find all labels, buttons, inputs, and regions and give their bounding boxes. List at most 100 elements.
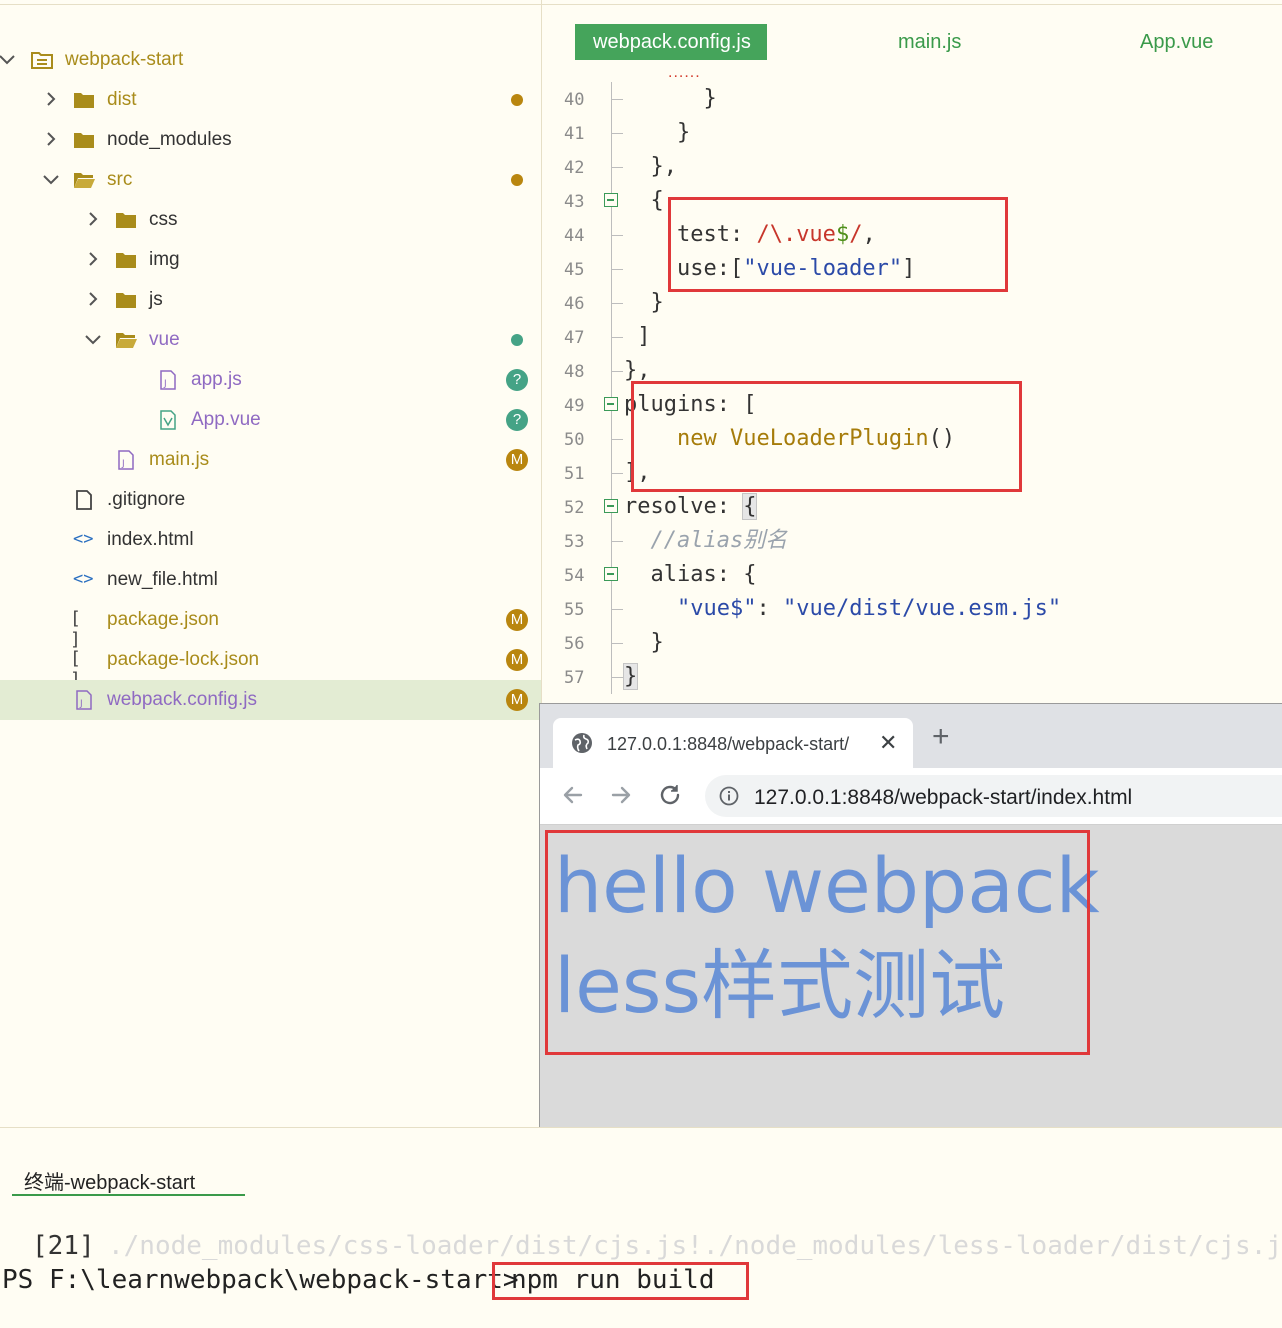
forward-arrow-icon[interactable]	[608, 782, 634, 808]
fold-guide-tick	[611, 337, 623, 338]
tab-webpack-config[interactable]: webpack.config.js	[575, 24, 767, 60]
tree-item-app-vue[interactable]: App.vue?	[0, 400, 541, 440]
tree-item-label: new_file.html	[107, 569, 218, 590]
modified-badge: M	[506, 649, 528, 671]
code-line[interactable]: 42 },	[542, 150, 1282, 184]
tab-app-vue[interactable]: App.vue	[1140, 24, 1213, 60]
tree-item-label: main.js	[149, 449, 210, 470]
code-line[interactable]: 47 ]	[542, 320, 1282, 354]
address-bar[interactable]: 127.0.0.1:8848/webpack-start/index.html	[705, 775, 1282, 817]
chevron-right-icon[interactable]	[42, 130, 60, 148]
code-text: //alias别名	[624, 528, 788, 553]
folder-icon	[115, 290, 137, 310]
svg-text:J: J	[163, 379, 167, 389]
tree-item-label: index.html	[107, 529, 194, 550]
fold-toggle-icon[interactable]	[604, 397, 618, 411]
tree-item-package-json[interactable]: [ ] package.json M	[0, 600, 541, 650]
line-number: 53	[564, 532, 585, 552]
untracked-badge: ?	[506, 409, 528, 431]
tree-item-app-js[interactable]: Japp.js?	[0, 360, 541, 400]
tree-item-webpack-start[interactable]: webpack-start	[0, 40, 541, 80]
browser-tab[interactable]: 127.0.0.1:8848/webpack-start/ ✕	[553, 718, 913, 768]
terminal-tab[interactable]: 终端-webpack-start	[24, 1166, 195, 1195]
html-file-icon: <>	[73, 529, 94, 549]
fold-guide-tick	[611, 439, 623, 440]
tree-item-img[interactable]: img	[0, 240, 541, 280]
code-line[interactable]: 56 }	[542, 626, 1282, 660]
tree-item-vue[interactable]: vue	[0, 320, 541, 360]
code-line[interactable]: 41 }	[542, 116, 1282, 150]
chevron-right-icon[interactable]	[42, 90, 60, 108]
chevron-right-icon[interactable]	[84, 290, 102, 308]
vue-file-icon	[157, 410, 179, 430]
browser-tab-title: 127.0.0.1:8848/webpack-start/	[607, 734, 850, 754]
tab-main-js[interactable]: main.js	[898, 24, 961, 60]
tree-item-gitignore[interactable]: .gitignore	[0, 480, 541, 520]
code-line[interactable]: 52 resolve: {	[542, 490, 1282, 524]
svg-text:J: J	[121, 459, 125, 469]
chevron-down-icon[interactable]	[0, 50, 16, 68]
tree-item-index-html[interactable]: <> index.html	[0, 520, 541, 560]
project-folder-icon	[31, 50, 53, 70]
fold-guide-tick	[611, 269, 623, 270]
chevron-down-icon[interactable]	[42, 170, 60, 188]
chevron-right-icon[interactable]	[84, 210, 102, 228]
svg-text:J: J	[79, 699, 83, 709]
tree-item-label: src	[107, 169, 133, 190]
line-number: 56	[564, 634, 585, 654]
tree-item-package-lock-json[interactable]: [ ] package-lock.json M	[0, 640, 541, 690]
tree-item-css[interactable]: css	[0, 200, 541, 240]
fold-guide-tick	[611, 133, 623, 134]
highlight-box-page-output	[545, 830, 1090, 1055]
js-file-icon: J	[157, 370, 179, 390]
html-file-icon: <>	[73, 569, 94, 589]
reload-icon[interactable]	[657, 782, 683, 808]
fold-toggle-icon[interactable]	[604, 193, 618, 207]
fold-toggle-icon[interactable]	[604, 499, 618, 513]
code-text: }	[622, 663, 639, 690]
fold-guide-tick	[611, 235, 623, 236]
chevron-down-icon[interactable]	[84, 330, 102, 348]
tree-item-new-file-html[interactable]: <> new_file.html	[0, 560, 541, 600]
code-editor: webpack.config.js main.js App.vue ......…	[542, 0, 1282, 705]
info-icon[interactable]	[719, 786, 739, 806]
code-line[interactable]: 55 "vue$": "vue/dist/vue.esm.js"	[542, 592, 1282, 626]
line-number: 46	[564, 294, 585, 314]
tree-item-webpack-config-js[interactable]: Jwebpack.config.js M	[0, 680, 541, 720]
line-number: 47	[564, 328, 585, 348]
fold-guide-tick	[611, 473, 623, 474]
line-number: 41	[564, 124, 585, 144]
code-line[interactable]: 57}	[542, 660, 1282, 694]
line-number: 49	[564, 396, 585, 416]
folder-icon	[73, 90, 95, 110]
code-text: "vue$": "vue/dist/vue.esm.js"	[676, 596, 1062, 621]
code-line[interactable]: 40 }	[542, 82, 1282, 116]
line-number: 42	[564, 158, 585, 178]
code-line[interactable]: 54 alias: {	[542, 558, 1282, 592]
tree-item-node-modules[interactable]: node_modules	[0, 120, 541, 160]
tree-item-dist[interactable]: dist	[0, 80, 541, 120]
tree-item-label: webpack-start	[65, 49, 184, 70]
fold-guide-tick	[611, 541, 623, 542]
tree-item-label: css	[149, 209, 178, 230]
new-tab-icon[interactable]: +	[932, 722, 950, 752]
chevron-right-icon[interactable]	[84, 250, 102, 268]
line-number: 54	[564, 566, 585, 586]
fold-guide-tick	[611, 99, 623, 100]
tree-item-label: App.vue	[191, 409, 261, 430]
code-line[interactable]: 53 //alias别名	[542, 524, 1282, 558]
code-text: alias: {	[624, 562, 757, 587]
tree-item-src[interactable]: src	[0, 160, 541, 200]
fold-toggle-icon[interactable]	[604, 567, 618, 581]
json-file-icon: [ ]	[70, 648, 81, 690]
tree-item-label: dist	[107, 89, 137, 110]
back-arrow-icon[interactable]	[560, 782, 586, 808]
line-number: 40	[564, 90, 585, 110]
tree-item-js[interactable]: js	[0, 280, 541, 320]
tree-item-label: app.js	[191, 369, 242, 390]
line-number: 50	[564, 430, 585, 450]
folder-icon	[115, 250, 137, 270]
line-number: 57	[564, 668, 585, 688]
tree-item-main-js[interactable]: Jmain.js M	[0, 440, 541, 480]
close-tab-icon[interactable]: ✕	[879, 730, 897, 756]
